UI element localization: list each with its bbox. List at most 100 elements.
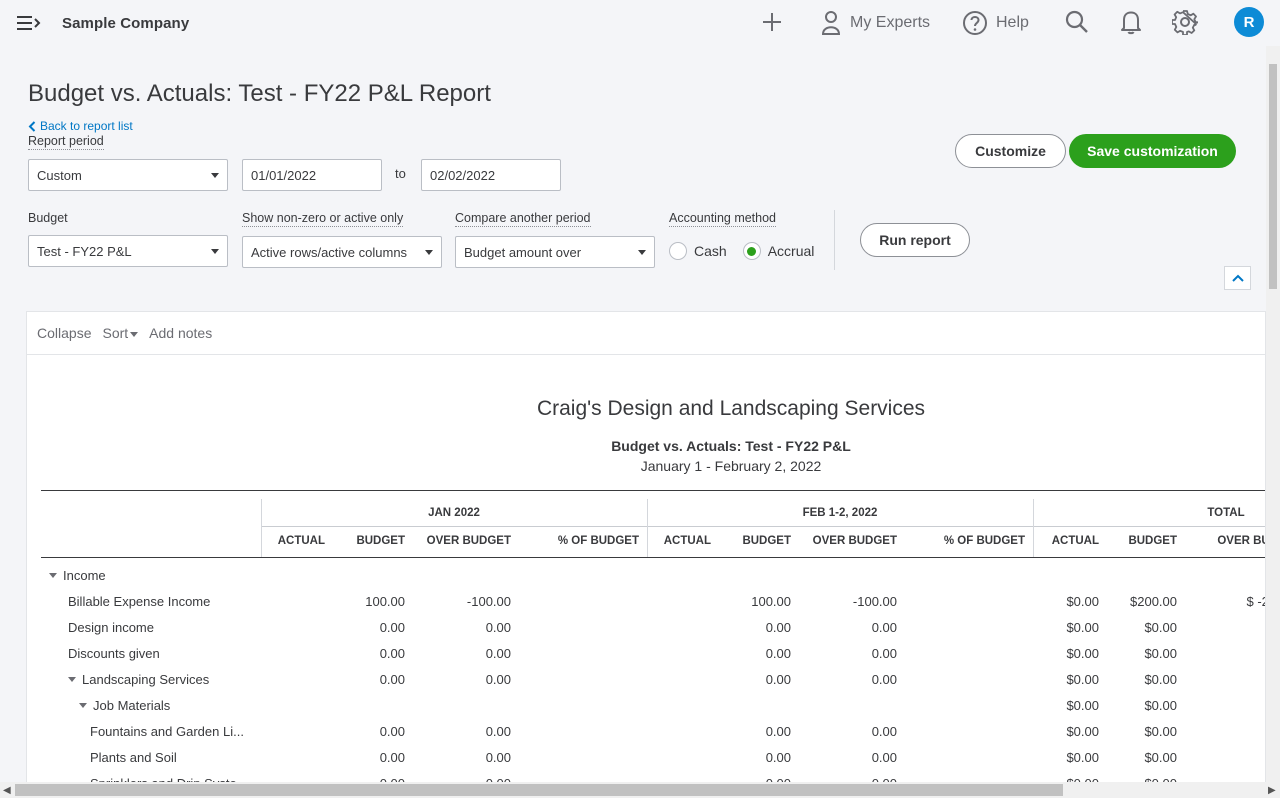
my-experts-button[interactable]: My Experts (820, 8, 930, 38)
row-cell[interactable]: 0.00 (797, 646, 897, 661)
row-cell[interactable]: 0.00 (335, 672, 405, 687)
row-cell[interactable]: $0. (1207, 724, 1265, 739)
scroll-left-icon[interactable]: ◀ (3, 785, 11, 796)
row-cell[interactable]: $0. (1207, 750, 1265, 765)
nonzero-select[interactable]: Active rows/active columns (242, 236, 442, 268)
table-row[interactable]: Design income 0.00 0.00 0.00 0.00 $0.00 $0.00 $… (27, 615, 1265, 641)
table-row[interactable]: Plants and Soil 0.00 0.00 0.00 0.00 $0.00 $0.0… (27, 745, 1265, 771)
row-cell[interactable]: 0.00 (411, 724, 511, 739)
row-cell[interactable]: 0.00 (335, 620, 405, 635)
scroll-right-icon[interactable]: ▶ (1268, 785, 1276, 796)
row-cell[interactable]: $0.00 (1029, 594, 1099, 609)
save-customization-button[interactable]: Save customization (1069, 134, 1236, 168)
report-period-select[interactable]: Custom (28, 159, 228, 191)
row-cell[interactable]: 0.00 (721, 672, 791, 687)
help-button[interactable]: Help (962, 8, 1029, 38)
row-cell[interactable]: 100.00 (721, 594, 791, 609)
table-row[interactable]: Job Materials $0.00 $0.00 $0. (27, 693, 1265, 719)
row-cell[interactable]: $0.00 (1029, 672, 1099, 687)
company-name[interactable]: Sample Company (62, 15, 189, 32)
cash-radio-circle[interactable] (669, 242, 687, 260)
row-cell[interactable]: 0.00 (335, 724, 405, 739)
budget-select[interactable]: Test - FY22 P&L (28, 235, 228, 267)
row-cell[interactable]: 0.00 (721, 620, 791, 635)
accrual-radio[interactable]: Accrual (742, 242, 814, 260)
menu-toggle-icon[interactable] (16, 12, 42, 34)
table-row[interactable]: Billable Expense Income 100.00 -100.00 100.… (27, 589, 1265, 615)
cash-radio-label: Cash (694, 243, 727, 259)
expand-toggle-icon[interactable] (79, 703, 87, 708)
bell-icon[interactable] (1119, 9, 1143, 35)
sort-dropdown[interactable]: Sort (102, 325, 139, 341)
row-cell[interactable]: $0. (1207, 698, 1265, 713)
report-name: Budget vs. Actuals: Test - FY22 P&L (611, 438, 851, 454)
back-to-report-list-link[interactable]: Back to report list (28, 119, 133, 133)
row-cell[interactable]: $0. (1207, 646, 1265, 661)
row-cell[interactable]: 0.00 (335, 750, 405, 765)
column-header: ACTUAL (1051, 535, 1099, 547)
row-cell[interactable]: $0.00 (1107, 620, 1177, 635)
table-row[interactable]: Fountains and Garden Li... 0.00 0.00 0.00 0.… (27, 719, 1265, 745)
compare-period-select[interactable]: Budget amount over (455, 236, 655, 268)
collapse-link[interactable]: Collapse (37, 325, 91, 341)
add-notes-link[interactable]: Add notes (149, 325, 212, 341)
row-cell[interactable]: 0.00 (411, 646, 511, 661)
table-top-rule (41, 490, 1265, 491)
row-cell[interactable]: $0.00 (1029, 646, 1099, 661)
plus-icon[interactable] (760, 10, 784, 34)
row-cell[interactable]: 100.00 (335, 594, 405, 609)
row-cell[interactable]: -100.00 (797, 594, 897, 609)
row-cell[interactable]: -100.00 (411, 594, 511, 609)
date-to-field[interactable]: 02/02/2022 (421, 159, 561, 191)
page-vertical-scrollbar[interactable] (1266, 46, 1280, 798)
row-cell[interactable]: 0.00 (411, 672, 511, 687)
row-cell[interactable]: 0.00 (797, 672, 897, 687)
table-row[interactable]: Income (27, 563, 1265, 589)
row-cell[interactable]: 0.00 (797, 620, 897, 635)
date-from-field[interactable]: 01/01/2022 (242, 159, 382, 191)
row-cell[interactable]: 0.00 (797, 750, 897, 765)
row-cell[interactable]: $0.00 (1029, 750, 1099, 765)
table-row[interactable]: Discounts given 0.00 0.00 0.00 0.00 $0.00 $0.0… (27, 641, 1265, 667)
horizontal-scrollbar[interactable]: ◀ ▶ (0, 782, 1280, 798)
row-cell[interactable]: 0.00 (721, 750, 791, 765)
row-account-name: Discounts given (68, 646, 160, 661)
row-cell[interactable]: 0.00 (797, 724, 897, 739)
accrual-radio-circle[interactable] (742, 242, 761, 260)
row-cell[interactable]: 0.00 (721, 724, 791, 739)
row-cell[interactable]: 0.00 (411, 750, 511, 765)
gear-icon[interactable] (1172, 9, 1198, 35)
row-cell[interactable]: 0.00 (721, 646, 791, 661)
user-avatar[interactable]: R (1234, 7, 1264, 37)
row-cell[interactable]: $0.00 (1029, 620, 1099, 635)
table-row[interactable]: Landscaping Services 0.00 0.00 0.00 0.00 $0.0… (27, 667, 1265, 693)
row-cell[interactable]: $0.00 (1107, 698, 1177, 713)
nonzero-value: Active rows/active columns (251, 244, 408, 260)
row-cell[interactable]: $ -200. (1207, 594, 1265, 609)
row-cell[interactable]: $200.00 (1107, 594, 1177, 609)
row-cell[interactable]: $0.00 (1107, 724, 1177, 739)
cash-radio[interactable]: Cash (669, 242, 727, 260)
run-report-button[interactable]: Run report (860, 223, 970, 257)
column-header: BUDGET (356, 535, 405, 547)
row-cell[interactable]: $0. (1207, 672, 1265, 687)
column-header: ACTUAL (277, 535, 325, 547)
caret-down-icon (130, 331, 139, 337)
compare-period-value: Budget amount over (464, 244, 582, 260)
expand-toggle-icon[interactable] (49, 573, 57, 578)
page-scroll-thumb[interactable] (1269, 64, 1277, 289)
group-header-rule (261, 526, 1265, 527)
expand-toggle-icon[interactable] (68, 677, 76, 682)
horizontal-scroll-thumb[interactable] (15, 784, 1063, 796)
row-cell[interactable]: $0.00 (1029, 724, 1099, 739)
collapse-filters-button[interactable] (1224, 266, 1251, 290)
row-cell[interactable]: $0.00 (1107, 672, 1177, 687)
row-cell[interactable]: $0.00 (1029, 698, 1099, 713)
customize-button[interactable]: Customize (955, 134, 1066, 168)
row-cell[interactable]: 0.00 (335, 646, 405, 661)
search-icon[interactable] (1064, 9, 1090, 35)
row-cell[interactable]: $0. (1207, 620, 1265, 635)
row-cell[interactable]: $0.00 (1107, 750, 1177, 765)
row-cell[interactable]: $0.00 (1107, 646, 1177, 661)
row-cell[interactable]: 0.00 (411, 620, 511, 635)
